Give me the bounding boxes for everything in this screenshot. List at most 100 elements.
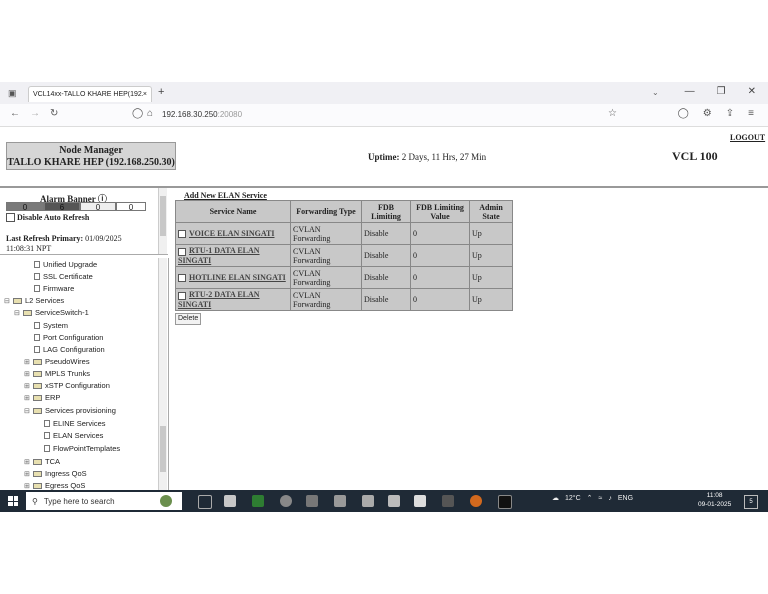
tree-item-pseudowires[interactable]: ⊞ PseudoWires (24, 357, 90, 366)
service-link[interactable]: RTU-1 DATA ELAN SINGATI (178, 246, 260, 264)
tree-item-services-provisioning[interactable]: ⊟ Services provisioning (24, 406, 116, 415)
pocket-icon[interactable]: ◯ (678, 108, 689, 119)
alarm-minor-count[interactable]: 0 (80, 202, 116, 212)
tree-item-mpls-trunks[interactable]: ⊞ MPLS Trunks (24, 369, 90, 378)
tree-item-system[interactable]: System (34, 321, 68, 330)
add-elan-service-link[interactable]: Add New ELAN Service (184, 191, 267, 200)
collapse-icon[interactable]: ⊟ (24, 407, 30, 415)
browser-tab[interactable]: VCL14xx-TALLO KHARE HEP(192.1 × (28, 86, 152, 102)
expand-icon[interactable]: ⊞ (24, 382, 30, 390)
tab-overflow-chevron-icon[interactable]: ⌄ (652, 88, 659, 97)
task-view-icon[interactable] (198, 495, 212, 509)
minimize-button[interactable]: — (685, 86, 695, 97)
service-link[interactable]: VOICE ELAN SINGATI (189, 229, 275, 238)
disable-auto-refresh[interactable]: Disable Auto Refresh (6, 213, 89, 222)
tree-item-l2-services[interactable]: ⊟ L2 Services (4, 296, 64, 305)
expand-icon[interactable]: ⊞ (24, 370, 30, 378)
forward-icon[interactable]: → (30, 108, 40, 119)
collapse-icon[interactable]: ⊟ (4, 297, 10, 305)
tree-item-eline-services[interactable]: ELINE Services (44, 419, 106, 428)
back-icon[interactable]: ← (10, 108, 20, 119)
tree-scrollbar[interactable] (158, 258, 167, 490)
close-tab-icon[interactable]: × (143, 91, 147, 98)
bookmark-star-icon[interactable]: ☆ (608, 108, 617, 119)
alarm-scroll-thumb[interactable] (160, 196, 166, 236)
alarm-scrollbar[interactable] (158, 188, 167, 254)
excel-icon[interactable] (252, 495, 264, 507)
auto-refresh-checkbox[interactable] (6, 213, 15, 222)
shield-icon[interactable] (414, 495, 426, 507)
last-refresh-label: Last Refresh Primary: (6, 234, 84, 243)
tree-item-unified-upgrade[interactable]: Unified Upgrade (34, 260, 97, 269)
tree-scroll-thumb[interactable] (160, 426, 166, 472)
language[interactable]: ENG (618, 495, 633, 502)
document-icon (34, 322, 40, 329)
taskbar-clock[interactable]: 11:08 09-01-2025 (698, 491, 731, 509)
row-checkbox[interactable] (178, 274, 186, 283)
tree-item-erp[interactable]: ⊞ ERP (24, 393, 60, 402)
extensions-icon[interactable]: ⚙ (703, 108, 712, 119)
address-bar[interactable]: 192.168.30.250:20080 (162, 110, 242, 119)
share-icon[interactable]: ⇪ (726, 108, 734, 119)
menu-icon[interactable]: ≡ (748, 108, 754, 119)
delete-button[interactable]: Delete (175, 313, 202, 325)
expand-icon[interactable]: ⊞ (24, 394, 30, 402)
last-refresh-time: 11:08:31 NPT (6, 244, 52, 253)
restore-button[interactable]: ❐ (717, 86, 726, 97)
notification-icon[interactable]: 5 (744, 495, 758, 509)
tree-item-xstp-configuration[interactable]: ⊞ xSTP Configuration (24, 381, 110, 390)
document-icon (34, 346, 40, 353)
temperature[interactable]: 12°C (565, 495, 581, 502)
collapse-icon[interactable]: ⊟ (14, 309, 20, 317)
tree-item-ingress-qos[interactable]: ⊞ Ingress QoS (24, 469, 87, 478)
chrome-icon[interactable] (280, 495, 292, 507)
tree-item-ssl-certificate[interactable]: SSL Certificate (34, 272, 93, 281)
windows-start-icon[interactable] (8, 496, 18, 506)
close-window-button[interactable]: ✕ (748, 86, 756, 97)
expand-icon[interactable]: ⊞ (24, 482, 30, 490)
shield-icon[interactable]: ◯ (132, 108, 143, 119)
service-link[interactable]: RTU-2 DATA ELAN SINGATI (178, 290, 260, 308)
lock-icon[interactable]: ⌂ (147, 108, 153, 119)
weather-icon[interactable]: ☁ (552, 494, 559, 502)
row-checkbox[interactable] (178, 291, 186, 300)
tree-item-port-configuration[interactable]: Port Configuration (34, 333, 103, 342)
logout-link[interactable]: LOGOUT (730, 133, 765, 142)
reload-icon[interactable]: ↻ (50, 108, 58, 119)
mail-icon[interactable] (362, 495, 374, 507)
app-icon[interactable] (306, 495, 318, 507)
row-checkbox[interactable] (178, 247, 186, 256)
alarm-warning-count[interactable]: 0 (116, 202, 146, 212)
document-icon (44, 445, 50, 452)
cortana-icon[interactable] (160, 495, 172, 507)
expand-icon[interactable]: ⊞ (24, 458, 30, 466)
firefox-icon[interactable] (470, 495, 482, 507)
tree-item-lag-configuration[interactable]: LAG Configuration (34, 345, 105, 354)
tray-overflow-icon[interactable]: ⌃ (587, 494, 593, 502)
tree-item-egress-qos[interactable]: ⊞ Egress QoS (24, 481, 85, 490)
tree-item-flowpoint-templates[interactable]: FlowPointTemplates (44, 444, 120, 453)
calendar-icon[interactable] (334, 495, 346, 507)
alarm-critical-count[interactable]: 0 (6, 202, 44, 212)
terminal-icon[interactable] (442, 495, 454, 507)
last-refresh-date: 01/09/2025 (85, 234, 122, 243)
service-link[interactable]: HOTLINE ELAN SINGATI (189, 273, 286, 282)
tab-list-icon[interactable]: ▣ (8, 88, 17, 99)
tree-item-elan-services[interactable]: ELAN Services (44, 431, 103, 440)
expand-icon[interactable]: ⊞ (24, 470, 30, 478)
volume-icon[interactable]: ♪ (608, 495, 612, 502)
network-icon[interactable]: ≈ (599, 495, 603, 502)
tree-item-serviceswitch[interactable]: ⊟ ServiceSwitch-1 (14, 308, 89, 317)
tree-item-tca[interactable]: ⊞ TCA (24, 457, 60, 466)
app-icon[interactable] (224, 495, 236, 507)
app-icon[interactable] (388, 495, 400, 507)
new-tab-button[interactable]: + (158, 86, 164, 98)
row-checkbox[interactable] (178, 230, 186, 239)
taskbar-search[interactable]: ⚲ Type here to search (26, 492, 182, 510)
cmd-icon[interactable] (498, 495, 512, 509)
tab-title: VCL14xx-TALLO KHARE HEP(192.1 (33, 91, 143, 98)
tree-item-firmware[interactable]: Firmware (34, 284, 74, 293)
alarm-major-count[interactable]: 6 (44, 202, 80, 212)
expand-icon[interactable]: ⊞ (24, 358, 30, 366)
table-row: RTU-2 DATA ELAN SINGATI CVLAN Forwarding… (175, 288, 513, 311)
